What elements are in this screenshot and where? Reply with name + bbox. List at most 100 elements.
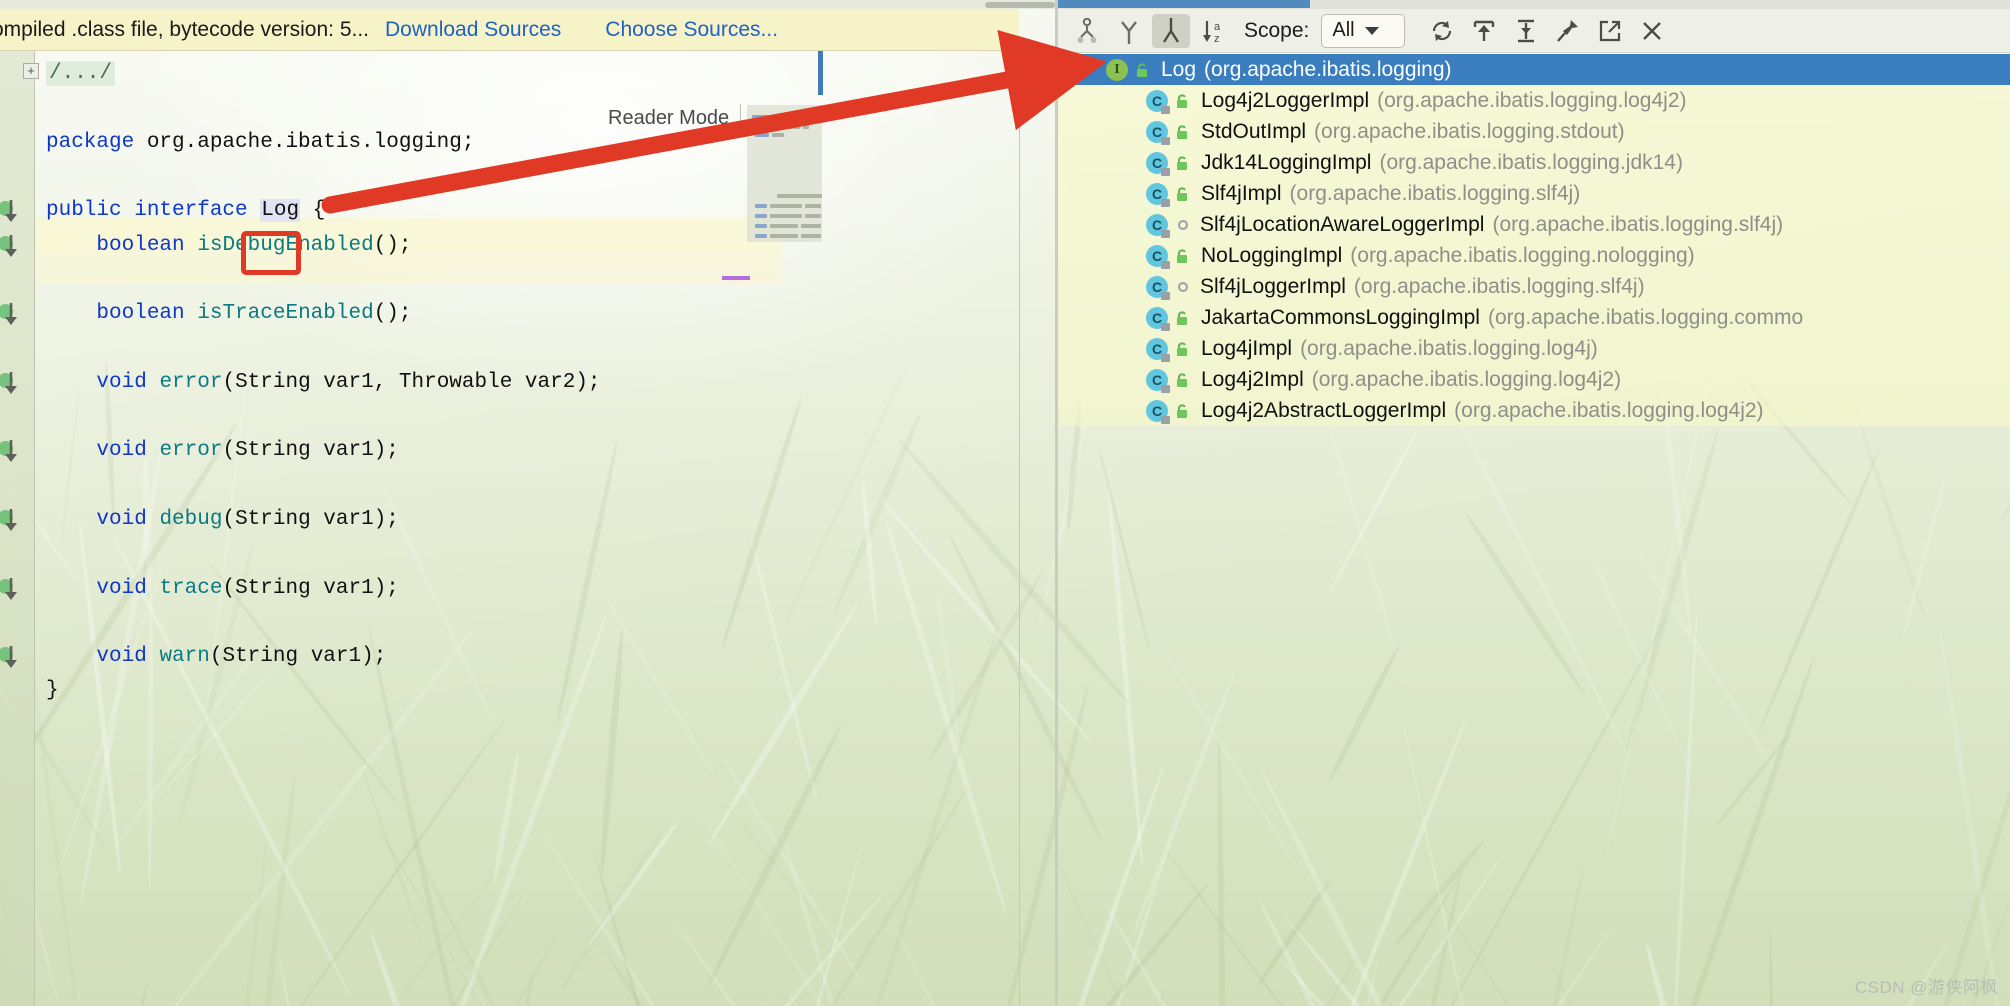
annotation-red-box [241, 231, 301, 275]
public-visibility-lock-icon [1177, 93, 1187, 108]
svg-text:a: a [1214, 21, 1221, 33]
supertypes-hierarchy-icon[interactable] [1110, 14, 1148, 48]
code-minimap-lower[interactable] [747, 192, 822, 242]
scrollbar-thumb[interactable] [985, 2, 1055, 8]
class-badge-icon: C [1146, 89, 1170, 114]
code-token: warn [159, 645, 210, 669]
class-badge-icon: C [1146, 399, 1170, 424]
package-private-visibility-icon [1178, 281, 1188, 292]
close-icon[interactable] [1633, 14, 1671, 48]
chevron-down-icon[interactable] [1058, 61, 1084, 79]
tree-row[interactable]: C JakartaCommonsLoggingImpl (org.apache.… [1058, 302, 2010, 333]
implemented-method-gutter-icon[interactable] [0, 439, 32, 463]
code-line: package org.apache.ibatis.logging; [46, 126, 474, 160]
public-visibility-lock-icon [1177, 155, 1187, 170]
marker-purple [722, 276, 750, 280]
class-badge-icon: C [1146, 337, 1170, 362]
code-token: (String var1); [222, 576, 399, 600]
code-token: error [159, 439, 223, 463]
reader-mode-label[interactable]: Reader Mode [608, 107, 729, 130]
code-line: public interface Log { [46, 194, 325, 228]
tree-row-package: (org.apache.ibatis.logging.slf4j) [1353, 274, 1645, 298]
tree-row-name: Log [1161, 57, 1197, 81]
editor-horizontal-scrollbar[interactable] [0, 0, 1055, 9]
tree-row-name: NoLoggingImpl [1201, 243, 1343, 267]
public-visibility-lock-icon [1137, 62, 1147, 77]
tree-row-name: Slf4jLocationAwareLoggerImpl [1200, 212, 1485, 236]
tree-row[interactable]: C StdOutImpl (org.apache.ibatis.logging.… [1058, 116, 2010, 147]
code-minimap[interactable] [747, 105, 822, 192]
tree-row[interactable]: C Log4j2LoggerImpl (org.apache.ibatis.lo… [1058, 85, 2010, 116]
code-token: void [96, 507, 147, 531]
tree-row[interactable]: C Slf4jLocationAwareLoggerImpl (org.apac… [1058, 209, 2010, 240]
tree-row[interactable]: C NoLoggingImpl (org.apache.ibatis.loggi… [1058, 240, 2010, 271]
implemented-method-gutter-icon[interactable] [0, 199, 32, 223]
code-line: void debug(String var1); [46, 503, 398, 537]
code-token: (String var1); [222, 439, 399, 463]
tree-row[interactable]: C Log4jImpl (org.apache.ibatis.logging.l… [1058, 333, 2010, 364]
implemented-method-gutter-icon[interactable] [0, 234, 32, 258]
subtypes-hierarchy-icon[interactable] [1152, 13, 1190, 48]
code-token: (); [373, 233, 412, 257]
tree-row-name: Slf4jImpl [1201, 181, 1282, 205]
code-text[interactable]: /.../ package org.apache.ibatis.logging; p… [36, 51, 1055, 1006]
tree-row[interactable]: C Slf4jImpl (org.apache.ibatis.logging.s… [1058, 178, 2010, 209]
svg-text:z: z [1214, 33, 1220, 44]
class-badge-icon: C [1146, 120, 1170, 145]
code-editor[interactable]: + /.../ package org.apache.ibatis.logging… [0, 51, 1055, 1006]
tree-row[interactable]: C Jdk14LoggingImpl (org.apache.ibatis.lo… [1058, 147, 2010, 178]
editor-pane: ompiled .class file, bytecode version: 5… [0, 0, 1055, 1006]
code-token: } [46, 679, 59, 703]
implemented-method-gutter-icon[interactable] [0, 302, 32, 326]
marker-blue [818, 51, 823, 95]
tree-row[interactable]: C Slf4jLoggerImpl (org.apache.ibatis.log… [1058, 271, 2010, 302]
interface-badge-icon: I [1106, 58, 1128, 81]
folded-comment[interactable]: /.../ [46, 61, 116, 86]
pin-icon[interactable] [1549, 14, 1587, 48]
reader-mode-separator [740, 104, 741, 134]
implemented-method-gutter-icon[interactable] [0, 371, 32, 395]
tree-row-name: Jdk14LoggingImpl [1201, 150, 1372, 174]
ide-window: ompiled .class file, bytecode version: 5… [0, 0, 2010, 1006]
log-identifier-token[interactable]: Log [260, 199, 301, 223]
package-private-visibility-icon [1178, 219, 1188, 230]
editor-right-border [1019, 51, 1020, 1006]
code-token: public interface [46, 199, 261, 223]
tree-row-name: Log4jImpl [1201, 336, 1293, 360]
implemented-method-gutter-icon[interactable] [0, 577, 32, 601]
scope-label: Scope: [1244, 18, 1310, 42]
class-badge-icon: C [1146, 151, 1170, 176]
scope-value: All [1332, 19, 1355, 41]
hierarchy-pane: a z Scope: All * I Log (org.apache.ibati… [1058, 0, 2010, 1006]
type-hierarchy-icon[interactable] [1068, 14, 1106, 48]
scope-dropdown[interactable]: All [1321, 13, 1406, 48]
download-sources-link[interactable]: Download Sources [385, 18, 561, 42]
refresh-icon[interactable] [1423, 14, 1461, 48]
code-fold-toggle-icon[interactable]: + [23, 63, 39, 79]
implemented-method-gutter-icon[interactable] [0, 508, 32, 532]
sort-alphabetically-icon[interactable]: a z [1194, 14, 1232, 48]
tree-row-package: (org.apache.ibatis.logging.nologging) [1350, 243, 1695, 267]
decompiled-file-banner: ompiled .class file, bytecode version: 5… [0, 9, 1019, 51]
tree-row-root[interactable]: * I Log (org.apache.ibatis.logging) [1058, 54, 2010, 85]
public-visibility-lock-icon [1177, 341, 1187, 356]
implemented-method-gutter-icon[interactable] [0, 645, 32, 669]
choose-sources-link[interactable]: Choose Sources... [605, 18, 778, 42]
expand-all-icon[interactable] [1465, 14, 1503, 48]
tree-row-package: (org.apache.ibatis.logging.log4j) [1300, 336, 1598, 360]
hierarchy-tree[interactable]: * I Log (org.apache.ibatis.logging) C Lo… [1058, 54, 2010, 1006]
collapse-all-icon[interactable] [1507, 14, 1545, 48]
code-token: error [159, 370, 223, 394]
tree-row[interactable]: C Log4j2Impl (org.apache.ibatis.logging.… [1058, 364, 2010, 395]
tree-row[interactable]: C Log4j2AbstractLoggerImpl (org.apache.i… [1058, 395, 2010, 426]
code-token: boolean [96, 233, 185, 257]
tree-row-package: (org.apache.ibatis.logging.jdk14) [1379, 150, 1683, 174]
code-token: (String var1); [209, 645, 387, 669]
open-in-editor-icon[interactable] [1591, 14, 1629, 48]
